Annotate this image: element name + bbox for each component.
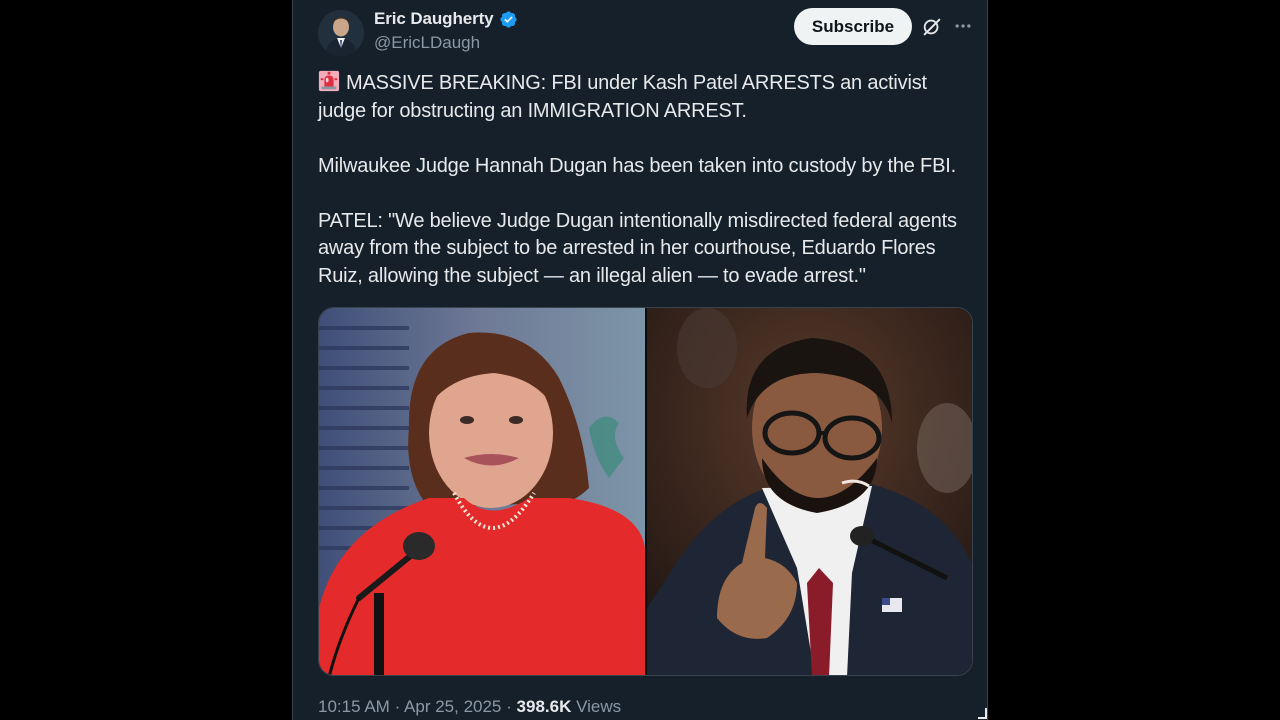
views-label: Views [576, 697, 622, 716]
tweet-paragraph-text: MASSIVE BREAKING: FBI under Kash Patel A… [318, 72, 927, 122]
tweet-time[interactable]: 10:15 AM [318, 697, 390, 716]
tweet-text: MASSIVE BREAKING: FBI under Kash Patel A… [318, 70, 978, 290]
tweet-date[interactable]: Apr 25, 2025 [404, 697, 501, 716]
meta-separator: · [394, 697, 401, 716]
tweet-paragraph: PATEL: "We believe Judge Dugan intention… [318, 209, 957, 287]
subscribe-button[interactable]: Subscribe [794, 8, 912, 45]
photo-woman-red-dress-microphone[interactable] [319, 308, 645, 676]
tweet-card: Eric Daugherty @EricLDaugh Subscribe MAS… [292, 0, 988, 720]
author-display-name[interactable]: Eric Daugherty [374, 9, 494, 29]
police-light-emoji [318, 70, 340, 92]
tweet-paragraph: Milwaukee Judge Hannah Dugan has been ta… [318, 154, 956, 177]
meta-separator: · [506, 697, 512, 716]
more-horizontal-icon[interactable] [953, 16, 973, 36]
author-handle[interactable]: @EricLDaugh [374, 33, 480, 53]
tweet-meta: 10:15 AM · Apr 25, 2025 · 398.6K Views [318, 697, 621, 717]
media-grid[interactable] [318, 307, 973, 676]
photo-man-glasses-pointing[interactable] [647, 308, 973, 676]
grok-icon[interactable] [921, 16, 943, 38]
resize-corner-icon [978, 708, 987, 719]
avatar[interactable] [318, 10, 364, 56]
tweet-paragraph: MASSIVE BREAKING: FBI under Kash Patel A… [318, 70, 978, 125]
views-count: 398.6K [516, 697, 572, 716]
avatar-image [318, 10, 364, 56]
verified-badge-icon [499, 10, 517, 28]
author-name-row[interactable]: Eric Daugherty [374, 9, 518, 29]
